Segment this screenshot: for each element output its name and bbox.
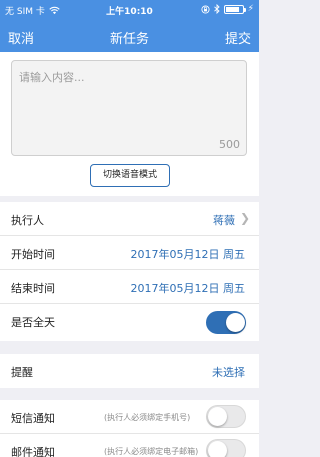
email-notify-label: 邮件通知 — [11, 446, 55, 457]
end-time-row[interactable]: 结束时间 2017年05月12日 周五 — [0, 270, 259, 304]
char-counter: 500 — [219, 138, 240, 151]
executor-row[interactable]: 执行人 蒋薇 ❯ — [0, 202, 259, 236]
content-placeholder: 请输入内容... — [19, 71, 85, 84]
content-input[interactable]: 请输入内容... 500 — [11, 60, 247, 156]
start-time-value: 2017年05月12日 周五 — [130, 248, 246, 261]
sms-notify-toggle[interactable] — [206, 405, 246, 428]
end-time-value: 2017年05月12日 周五 — [130, 282, 246, 295]
chevron-right-icon: ❯ — [239, 211, 250, 225]
executor-label: 执行人 — [11, 214, 44, 227]
orientation-lock-icon — [201, 4, 210, 14]
sms-notify-row: 短信通知 (执行人必须绑定手机号) — [0, 400, 259, 434]
all-day-label: 是否全天 — [11, 316, 55, 329]
reminder-group: 提醒 未选择 — [0, 354, 259, 388]
reminder-label: 提醒 — [11, 366, 33, 379]
task-form-group: 执行人 蒋薇 ❯ 开始时间 2017年05月12日 周五 结束时间 2017年0… — [0, 202, 259, 341]
voice-mode-button[interactable]: 切换语音模式 — [90, 164, 170, 187]
sms-notify-hint: (执行人必须绑定手机号) — [104, 413, 191, 422]
email-notify-toggle[interactable] — [206, 439, 246, 457]
battery-icon — [223, 4, 246, 14]
end-time-label: 结束时间 — [11, 282, 55, 295]
status-right: ⚡ — [201, 4, 254, 14]
charging-icon: ⚡ — [247, 4, 254, 14]
executor-value: 蒋薇 — [213, 214, 235, 227]
all-day-row: 是否全天 — [0, 304, 259, 341]
notification-group: 短信通知 (执行人必须绑定手机号) 邮件通知 (执行人必须绑定电子邮箱) — [0, 400, 259, 457]
toggle-knob — [208, 407, 227, 426]
start-time-row[interactable]: 开始时间 2017年05月12日 周五 — [0, 236, 259, 270]
start-time-label: 开始时间 — [11, 248, 55, 261]
email-notify-row: 邮件通知 (执行人必须绑定电子邮箱) — [0, 434, 259, 457]
bluetooth-icon — [213, 4, 220, 14]
sms-notify-label: 短信通知 — [11, 412, 55, 425]
toggle-knob — [226, 313, 245, 332]
toggle-knob — [208, 441, 227, 457]
reminder-value: 未选择 — [212, 366, 245, 379]
page-title: 新任务 — [109, 32, 149, 47]
all-day-toggle[interactable] — [206, 311, 246, 334]
reminder-row[interactable]: 提醒 未选择 — [0, 354, 259, 388]
email-notify-hint: (执行人必须绑定电子邮箱) — [104, 447, 199, 456]
battery-level — [225, 6, 239, 12]
nav-bar: 取消 新任务 提交 — [0, 20, 259, 52]
editor-section: 请输入内容... 500 切换语音模式 — [0, 52, 259, 196]
submit-button[interactable]: 提交 — [225, 28, 251, 47]
status-bar: 无 SIM 卡 上午10:10 ⚡ — [0, 0, 259, 20]
